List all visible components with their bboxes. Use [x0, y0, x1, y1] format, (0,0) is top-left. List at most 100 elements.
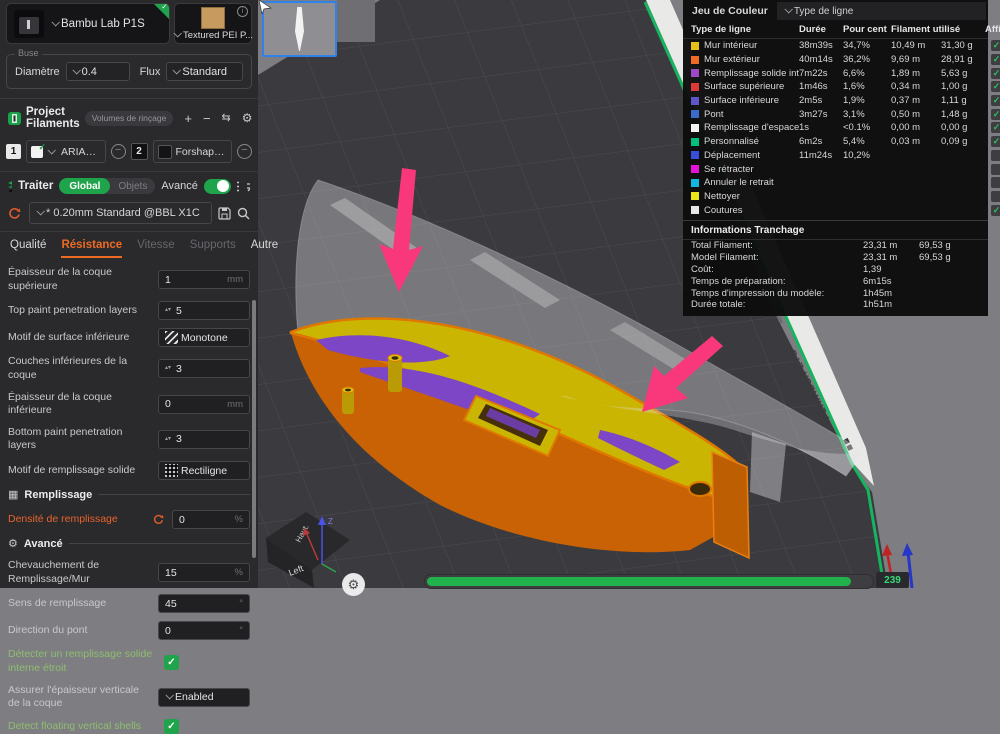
setting-row: Couches inférieures de la coque ▴▾ 3	[8, 355, 250, 382]
printer-selector[interactable]: Bambu Lab P1S ✓	[6, 3, 170, 44]
setting-input[interactable]: 15 %	[158, 563, 250, 582]
section-divider	[98, 494, 250, 495]
setting-label: Sens de remplissage	[8, 597, 152, 611]
setting-input[interactable]: 0 %	[172, 510, 250, 529]
afficher-checkbox[interactable]	[991, 68, 1000, 79]
line-type-color-chip	[691, 42, 699, 50]
flow-select[interactable]: Standard	[166, 62, 243, 81]
afficher-checkbox[interactable]	[991, 122, 1000, 133]
afficher-checkbox[interactable]	[991, 164, 1000, 175]
setting-row: Top paint penetration layers ▴▾ 5	[8, 301, 250, 320]
filament-2-index: 2	[131, 143, 148, 160]
check-icon: ✓	[161, 3, 168, 11]
tab-autre[interactable]: Autre	[251, 239, 279, 258]
afficher-checkbox[interactable]	[991, 54, 1000, 65]
process-preset-select[interactable]: * 0.20mm Standard @BBL X1C	[29, 202, 212, 224]
setting-select[interactable]: Enabled	[158, 688, 250, 707]
filament-2-selector[interactable]: Forshape PLA ...	[153, 140, 233, 163]
line-type-name: Remplissage d'espace	[704, 122, 799, 133]
plate-type-image	[201, 7, 225, 29]
filament-2-edit-icon[interactable]: −	[237, 144, 252, 159]
afficher-checkbox[interactable]	[991, 177, 1000, 188]
checkbox-checked[interactable]: ✓	[164, 655, 179, 670]
line-type-color-chip	[691, 165, 699, 173]
setting-row: Detect floating vertical shells ✓	[8, 719, 250, 734]
tab-qualite[interactable]: Qualité	[10, 239, 46, 258]
slicing-info-title: Informations Tranchage	[683, 220, 988, 240]
setting-pattern-select[interactable]: Rectiligne	[158, 461, 250, 480]
setting-spinner[interactable]: ▴▾ 3	[158, 359, 250, 378]
spinner-arrows-icon[interactable]: ▴▾	[165, 437, 171, 442]
scope-objects-button[interactable]: Objets	[110, 178, 155, 194]
diameter-label: Diamètre	[15, 66, 60, 78]
setting-input[interactable]: 1 mm	[158, 270, 250, 289]
flow-value: Standard	[182, 66, 227, 78]
view-mode-select[interactable]: Type de ligne	[777, 2, 986, 20]
setting-value: 3	[176, 433, 182, 445]
setting-spinner[interactable]: ▴▾ 3	[158, 430, 250, 449]
setting-row: Densité de remplissage 0 %	[8, 510, 250, 529]
checkbox-checked[interactable]: ✓	[164, 719, 179, 734]
search-preset-icon[interactable]	[237, 207, 250, 220]
spinner-arrows-icon[interactable]: ▴▾	[165, 308, 171, 313]
afficher-checkbox[interactable]	[991, 150, 1000, 161]
line-type-duration: 11m24s	[799, 150, 843, 161]
info-icon[interactable]: i	[237, 6, 248, 17]
filament-1-edit-icon[interactable]: −	[111, 144, 126, 159]
mouse-cursor	[258, 0, 274, 14]
setting-pattern-select[interactable]: Monotone	[158, 328, 250, 347]
setting-input[interactable]: 0 mm	[158, 395, 250, 414]
save-preset-icon[interactable]	[218, 207, 231, 220]
legend-row: Remplissage solide interne 7m22s 6,6% 1,…	[683, 66, 988, 80]
setting-row: Motif de surface inférieure Monotone	[8, 328, 250, 347]
sync-filaments-icon[interactable]: ⇆	[222, 112, 231, 125]
afficher-checkbox[interactable]	[991, 136, 1000, 147]
afficher-checkbox[interactable]	[991, 191, 1000, 202]
setting-row: Assurer l'épaisseur verticale de la coqu…	[8, 684, 250, 711]
filament-2-color-swatch	[158, 145, 172, 159]
reset-value-icon[interactable]	[153, 514, 164, 525]
list-view-icon[interactable]	[237, 181, 241, 192]
tab-vitesse[interactable]: Vitesse	[137, 239, 175, 258]
col-line-type: Type de ligne	[691, 24, 799, 35]
line-type-weight: 0,09 g	[941, 136, 985, 147]
afficher-checkbox[interactable]	[991, 95, 1000, 106]
line-type-percent: 6,6%	[843, 68, 891, 79]
line-type-name: Personnalisé	[704, 136, 759, 147]
line-type-color-chip	[691, 83, 699, 91]
plate-thumbnail-partial[interactable]	[337, 0, 375, 42]
setting-label: Assurer l'épaisseur verticale de la coqu…	[8, 684, 152, 711]
afficher-checkbox[interactable]	[991, 81, 1000, 92]
add-filament-button[interactable]: +	[184, 112, 192, 125]
process-scope-toggle[interactable]: Global Objets	[59, 178, 155, 194]
sidebar-scrollbar[interactable]	[252, 300, 256, 558]
tune-filter-icon[interactable]	[246, 180, 250, 192]
advanced-toggle[interactable]	[204, 179, 231, 194]
afficher-checkbox[interactable]	[991, 40, 1000, 51]
plate-type-selector[interactable]: i Textured PEI P...	[174, 3, 252, 44]
afficher-checkbox[interactable]	[991, 205, 1000, 216]
move-slider-track[interactable]	[424, 574, 874, 589]
setting-value: Rectiligne	[181, 465, 227, 477]
viewport-gear-button[interactable]: ⚙	[342, 573, 365, 596]
setting-input[interactable]: 45 °	[158, 594, 250, 613]
filament-1-selector[interactable]: ✓ ARIANEPLAST ...	[26, 140, 106, 163]
tab-resistance[interactable]: Résistance	[61, 239, 122, 258]
section-advanced: ⚙ Avancé	[8, 537, 250, 550]
filament-settings-gear-icon[interactable]: ⚙	[242, 112, 253, 125]
flush-volumes-button[interactable]: Volumes de rinçage	[85, 111, 174, 126]
scope-global-button[interactable]: Global	[59, 178, 110, 194]
section-title: Avancé	[24, 538, 63, 550]
line-type-name: Remplissage solide interne	[704, 68, 799, 79]
move-slider-fill	[427, 577, 851, 586]
spinner-arrows-icon[interactable]: ▴▾	[165, 366, 171, 371]
diameter-select[interactable]: 0.4	[66, 62, 130, 81]
setting-value: 0	[165, 398, 171, 410]
line-type-weight: 1,48 g	[941, 109, 985, 120]
remove-filament-button[interactable]: −	[203, 112, 211, 125]
preset-reset-icon[interactable]	[8, 207, 21, 220]
afficher-checkbox[interactable]	[991, 109, 1000, 120]
setting-spinner[interactable]: ▴▾ 5	[158, 301, 250, 320]
setting-input[interactable]: 0 °	[158, 621, 250, 640]
tab-supports[interactable]: Supports	[190, 239, 236, 258]
